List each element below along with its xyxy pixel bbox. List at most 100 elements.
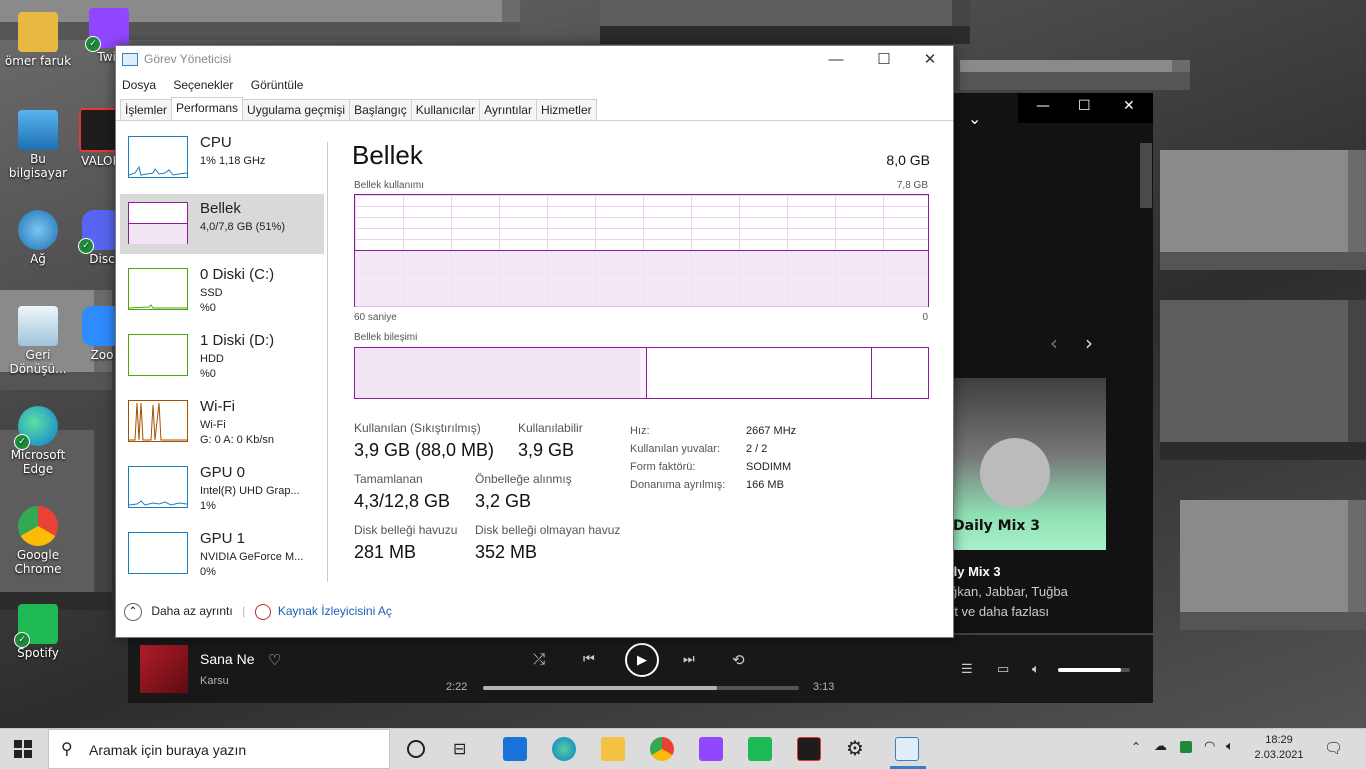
chevron-right-icon[interactable]: › <box>1085 331 1093 355</box>
devices-icon[interactable]: ▭ <box>997 661 1009 677</box>
desktop-icon-chrome[interactable]: Google Chrome <box>0 506 76 576</box>
spotify-window: ⌄ ‹ › <box>950 93 1153 633</box>
track-title[interactable]: Sana Ne <box>200 651 254 667</box>
close-icon[interactable]: ✕ <box>907 46 953 76</box>
scrollbar-thumb[interactable] <box>1140 143 1152 208</box>
playlist-artists: ğkan, Jabbar, Tuğba <box>950 584 1068 599</box>
desktop-icon-label: Disc <box>89 252 115 266</box>
track-artist[interactable]: Karsu <box>200 675 229 687</box>
cortana-icon[interactable] <box>407 740 425 758</box>
mail-icon[interactable] <box>503 737 527 761</box>
chevron-up-icon[interactable]: ⌃ <box>124 603 142 621</box>
tab-app-history[interactable]: Uygulama geçmişi <box>242 99 351 120</box>
tab-processes[interactable]: İşlemler <box>120 99 173 120</box>
edge-icon[interactable] <box>552 737 576 761</box>
sidebar-item-title: 0 Diski (C:) <box>200 266 275 283</box>
maximize-icon[interactable]: ☐ <box>861 46 907 76</box>
memory-thumbnail-fill <box>129 223 187 244</box>
chevron-down-icon[interactable]: ⌄ <box>968 109 981 128</box>
search-icon: ⚲ <box>61 739 73 758</box>
desktop-icon-recycle-bin[interactable]: Geri Dönüşü... <box>0 306 76 376</box>
previous-icon[interactable]: ⏮ <box>583 651 595 667</box>
search-box[interactable]: ⚲ Aramak için buraya yazın <box>48 729 390 769</box>
cloud-icon[interactable]: ☁ <box>1154 739 1167 754</box>
duration-time: 3:13 <box>813 681 835 693</box>
folder-icon <box>18 12 58 52</box>
sidebar-item-gpu0[interactable]: GPU 0 Intel(R) UHD Grap... 1% <box>120 458 324 518</box>
maximize-icon[interactable]: ☐ <box>1078 98 1091 114</box>
volume-icon[interactable]: 🔈︎ <box>1226 739 1234 754</box>
desktop-icon-edge[interactable]: ✓ Microsoft Edge <box>0 406 76 476</box>
desktop-icon-label: Geri Dönüşü... <box>9 348 67 376</box>
fewer-details-link[interactable]: Daha az ayrıntı <box>151 604 232 618</box>
wifi-icon[interactable]: ◠ <box>1204 739 1215 754</box>
tab-users[interactable]: Kullanıcılar <box>410 99 481 120</box>
playlist-info: ily Mix 3 ğkan, Jabbar, Tuğba rt ve daha… <box>950 562 1150 622</box>
notification-icon[interactable]: 🗨︎ <box>1324 739 1343 757</box>
desktop-icon-label: Bu bilgisayar <box>8 152 68 180</box>
menu-file[interactable]: Dosya <box>122 78 156 92</box>
wallpaper-block <box>600 0 970 44</box>
tab-startup[interactable]: Başlangıç <box>349 99 412 120</box>
start-button[interactable] <box>14 740 32 758</box>
tab-performance[interactable]: Performans <box>171 97 244 120</box>
spotify-icon[interactable] <box>748 737 772 761</box>
menu-options[interactable]: Seçenekler <box>173 78 233 92</box>
wifi-thumbnail-graph <box>128 400 188 442</box>
desktop-icon-network[interactable]: Ağ <box>0 210 76 266</box>
file-explorer-icon[interactable] <box>601 737 625 761</box>
close-icon[interactable]: ✕ <box>1123 98 1135 114</box>
daily-mix-card[interactable]: Daily Mix 3 <box>950 378 1106 550</box>
desktop-icon-spotify[interactable]: ✓ Spotify <box>0 604 76 660</box>
minimize-icon[interactable]: — <box>1036 98 1050 114</box>
volume-slider[interactable] <box>1058 668 1130 672</box>
network-icon <box>18 210 58 250</box>
settings-gear-icon[interactable]: ⚙ <box>846 736 864 760</box>
window-title: Görev Yöneticisi <box>144 52 232 66</box>
sidebar-item-subtitle: 4,0/7,8 GB (51%) <box>200 220 285 235</box>
clock[interactable]: 18:29 2.03.2021 <box>1248 733 1310 763</box>
tab-details[interactable]: Ayrıntılar <box>479 99 537 120</box>
sidebar-item-memory[interactable]: Bellek 4,0/7,8 GB (51%) <box>120 194 324 254</box>
sidebar-item-disk-d[interactable]: 1 Diski (D:) HDD %0 <box>120 326 324 386</box>
next-icon[interactable]: ⏭ <box>683 651 695 667</box>
desktop-icon-user-folder[interactable]: ömer faruk <box>0 12 76 68</box>
chevron-left-icon[interactable]: ‹ <box>1050 331 1058 355</box>
detail-key: Form faktörü: <box>630 461 696 473</box>
sidebar-item-subtitle: HDD %0 <box>200 352 224 382</box>
task-manager-icon[interactable] <box>895 737 919 761</box>
gpu0-thumbnail-graph <box>128 466 188 508</box>
chrome-icon[interactable] <box>650 737 674 761</box>
tab-services[interactable]: Hizmetler <box>535 99 597 120</box>
stat-label: Kullanılabilir <box>518 421 583 435</box>
heart-icon[interactable]: ♡ <box>268 651 281 669</box>
task-view-icon[interactable]: ⊟ <box>453 739 466 758</box>
composition-standby[interactable] <box>646 348 872 398</box>
sidebar-item-wifi[interactable]: Wi-Fi Wi-Fi G: 0 A: 0 Kb/sn <box>120 392 324 452</box>
composition-in-use[interactable] <box>355 348 641 398</box>
play-button[interactable]: ▶ <box>625 643 659 677</box>
menu-view[interactable]: Görüntüle <box>251 78 304 92</box>
sidebar-item-disk-c[interactable]: 0 Diski (C:) SSD %0 <box>120 260 324 320</box>
playlist-title[interactable]: ily Mix 3 <box>950 562 1150 582</box>
sidebar-item-cpu[interactable]: CPU 1% 1,18 GHz <box>120 128 324 188</box>
memory-usage-fill <box>355 250 928 307</box>
queue-icon[interactable]: ☰ <box>961 661 973 677</box>
album-cover[interactable] <box>140 645 188 693</box>
gpu1-thumbnail-graph <box>128 532 188 574</box>
sidebar-item-gpu1[interactable]: GPU 1 NVIDIA GeForce M... 0% <box>120 524 324 584</box>
tray-app-icon[interactable] <box>1180 741 1192 753</box>
sidebar-item-detail: HDD <box>200 353 224 365</box>
volume-icon[interactable]: 🔈︎ <box>1032 661 1040 677</box>
desktop-icon-this-pc[interactable]: Bu bilgisayar <box>0 110 76 180</box>
open-resource-monitor-link[interactable]: Kaynak İzleyicisini Aç <box>278 604 392 618</box>
sidebar-item-subtitle: 1% 1,18 GHz <box>200 154 265 169</box>
twitch-icon[interactable] <box>699 737 723 761</box>
repeat-icon[interactable]: ⟲ <box>732 651 745 669</box>
shuffle-icon[interactable]: ⤮ <box>533 651 545 668</box>
valorant-icon[interactable] <box>797 737 821 761</box>
minimize-icon[interactable]: — <box>813 46 859 76</box>
chevron-up-icon[interactable]: ⌃ <box>1131 740 1141 754</box>
progress-bar[interactable] <box>483 686 799 690</box>
stat-label: Önbelleğe alınmış <box>475 472 572 486</box>
